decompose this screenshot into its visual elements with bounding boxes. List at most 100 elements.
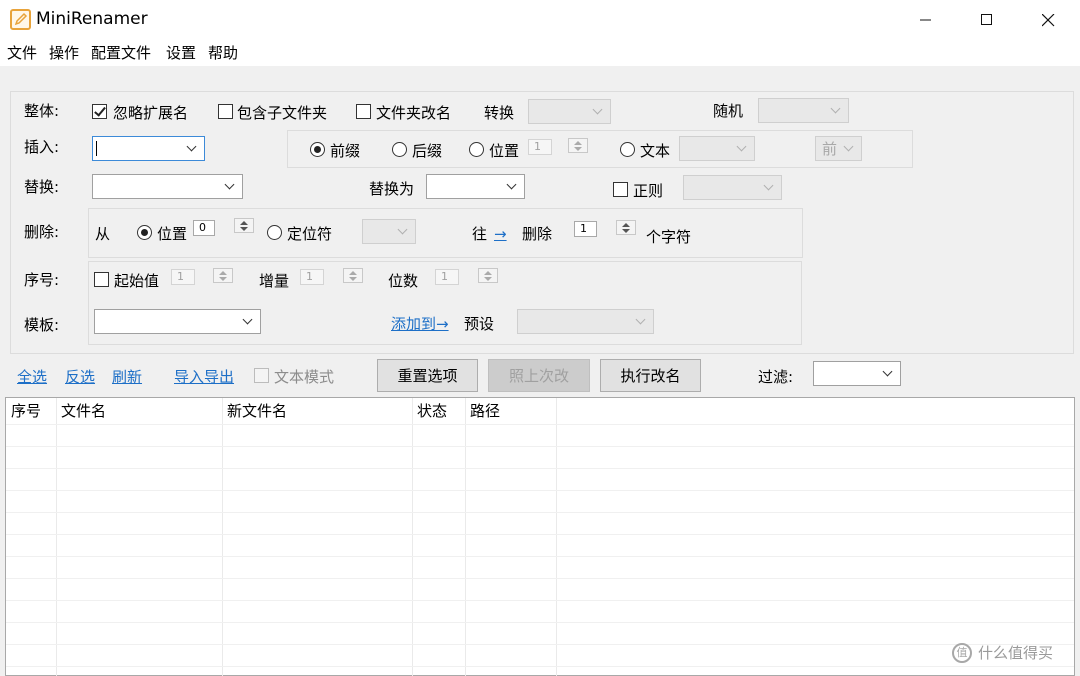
watermark-text: 什么值得买: [978, 644, 1054, 662]
insert-prefix-label: 前缀: [330, 142, 361, 160]
digits-spinner[interactable]: [478, 268, 498, 283]
ignore-extension-checkbox[interactable]: [92, 104, 107, 119]
insert-text-select[interactable]: [679, 136, 755, 161]
increment-input[interactable]: 1: [300, 269, 324, 285]
include-subfolders-checkbox[interactable]: [218, 104, 233, 119]
delete-position-label: 位置: [157, 225, 188, 243]
chevron-down-icon: [736, 141, 747, 151]
start-value-label: 起始值: [114, 272, 160, 290]
window-title: MiniRenamer: [36, 9, 148, 29]
digits-label: 位数: [388, 272, 419, 290]
insert-text-combo[interactable]: [92, 136, 205, 161]
column-header-status[interactable]: 状态: [417, 401, 447, 421]
column-divider: [465, 398, 466, 676]
regex-select[interactable]: [683, 175, 782, 200]
delete-position-radio[interactable]: [137, 225, 152, 240]
insert-text-label: 文本: [640, 142, 671, 160]
maximize-icon: [981, 14, 992, 25]
sequence-label: 序号:: [24, 271, 60, 289]
text-mode-checkbox[interactable]: [254, 368, 269, 383]
column-divider: [222, 398, 223, 676]
start-value-spinner[interactable]: [213, 268, 233, 283]
menu-profile[interactable]: 配置文件: [91, 43, 151, 63]
menu-operation[interactable]: 操作: [49, 43, 79, 63]
select-all-link[interactable]: 全选: [17, 367, 47, 387]
column-header-index[interactable]: 序号: [11, 401, 41, 421]
insert-position-input[interactable]: 1: [528, 139, 552, 155]
replace-from-combo[interactable]: [92, 174, 243, 199]
insert-position-spinner[interactable]: [568, 138, 588, 153]
insert-suffix-radio[interactable]: [392, 142, 407, 157]
insert-text-radio[interactable]: [620, 142, 635, 157]
convert-label: 转换: [484, 104, 515, 122]
row-divider: [6, 534, 1074, 535]
insert-prefix-radio[interactable]: [310, 142, 325, 157]
random-select[interactable]: [758, 98, 849, 123]
repeat-last-button[interactable]: 照上次改: [488, 359, 590, 392]
increment-spinner[interactable]: [343, 268, 363, 283]
menu-help[interactable]: 帮助: [208, 43, 238, 63]
minimize-button[interactable]: [896, 0, 956, 40]
menu-settings[interactable]: 设置: [166, 43, 196, 63]
row-divider: [6, 512, 1074, 513]
delete-locator-radio[interactable]: [267, 225, 282, 240]
regex-checkbox[interactable]: [613, 182, 628, 197]
delete-count-spinner[interactable]: [616, 220, 636, 235]
delete-locator-select[interactable]: [362, 219, 416, 244]
delete-position-input[interactable]: 0: [193, 220, 215, 236]
maximize-button[interactable]: [957, 0, 1017, 40]
menu-file[interactable]: 文件: [7, 43, 37, 63]
close-button[interactable]: [1018, 0, 1078, 40]
execute-rename-button[interactable]: 执行改名: [600, 359, 701, 392]
replace-label: 替换:: [24, 178, 60, 196]
reset-options-button[interactable]: 重置选项: [377, 359, 478, 392]
insert-front-select[interactable]: 前: [815, 136, 862, 161]
template-combo[interactable]: [94, 309, 261, 334]
row-divider: [6, 666, 1074, 667]
chevron-down-icon: [592, 104, 603, 114]
chevron-down-icon: [635, 314, 646, 324]
insert-position-radio[interactable]: [469, 142, 484, 157]
add-to-link[interactable]: 添加到→: [391, 314, 449, 334]
column-divider: [556, 398, 557, 676]
delete-label: 删除:: [24, 223, 60, 241]
refresh-link[interactable]: 刷新: [112, 367, 142, 387]
watermark-logo-icon: 值: [952, 643, 972, 663]
start-value-checkbox[interactable]: [94, 272, 109, 287]
invert-selection-link[interactable]: 反选: [65, 367, 95, 387]
delete-count-input[interactable]: 1: [574, 221, 597, 237]
template-label: 模板:: [24, 316, 60, 334]
delete-chars-label: 个字符: [646, 228, 692, 246]
delete-position-spinner[interactable]: [234, 218, 254, 233]
close-icon: [1041, 13, 1054, 26]
column-header-new-filename[interactable]: 新文件名: [227, 401, 287, 421]
column-header-filename[interactable]: 文件名: [61, 401, 106, 421]
chevron-down-icon: [186, 141, 197, 151]
direction-arrow-link[interactable]: →: [494, 224, 507, 244]
preset-select[interactable]: [517, 309, 654, 334]
ignore-extension-label: 忽略扩展名: [113, 104, 189, 122]
delete-locator-label: 定位符: [287, 225, 333, 243]
minimize-icon: [920, 19, 931, 21]
rename-folders-checkbox[interactable]: [356, 104, 371, 119]
increment-label: 增量: [259, 272, 290, 290]
digits-input[interactable]: 1: [435, 269, 459, 285]
delete-toward-label: 往: [472, 225, 488, 243]
start-value-input[interactable]: 1: [171, 269, 195, 285]
filter-combo[interactable]: [813, 361, 901, 386]
regex-label: 正则: [633, 182, 664, 200]
import-export-link[interactable]: 导入导出: [174, 367, 234, 387]
insert-front-value: 前: [822, 140, 838, 158]
column-header-path[interactable]: 路径: [470, 401, 500, 421]
delete-from-label: 从: [95, 225, 111, 243]
replace-with-combo[interactable]: [426, 174, 525, 199]
row-divider: [6, 600, 1074, 601]
chevron-down-icon: [224, 179, 235, 189]
include-subfolders-label: 包含子文件夹: [237, 104, 328, 122]
chevron-down-icon: [242, 314, 253, 324]
convert-select[interactable]: [528, 99, 611, 124]
app-pencil-icon: [10, 9, 31, 30]
file-list-grid[interactable]: 序号 文件名 新文件名 状态 路径: [5, 397, 1075, 676]
insert-suffix-label: 后缀: [412, 142, 443, 160]
text-caret: [96, 141, 97, 156]
